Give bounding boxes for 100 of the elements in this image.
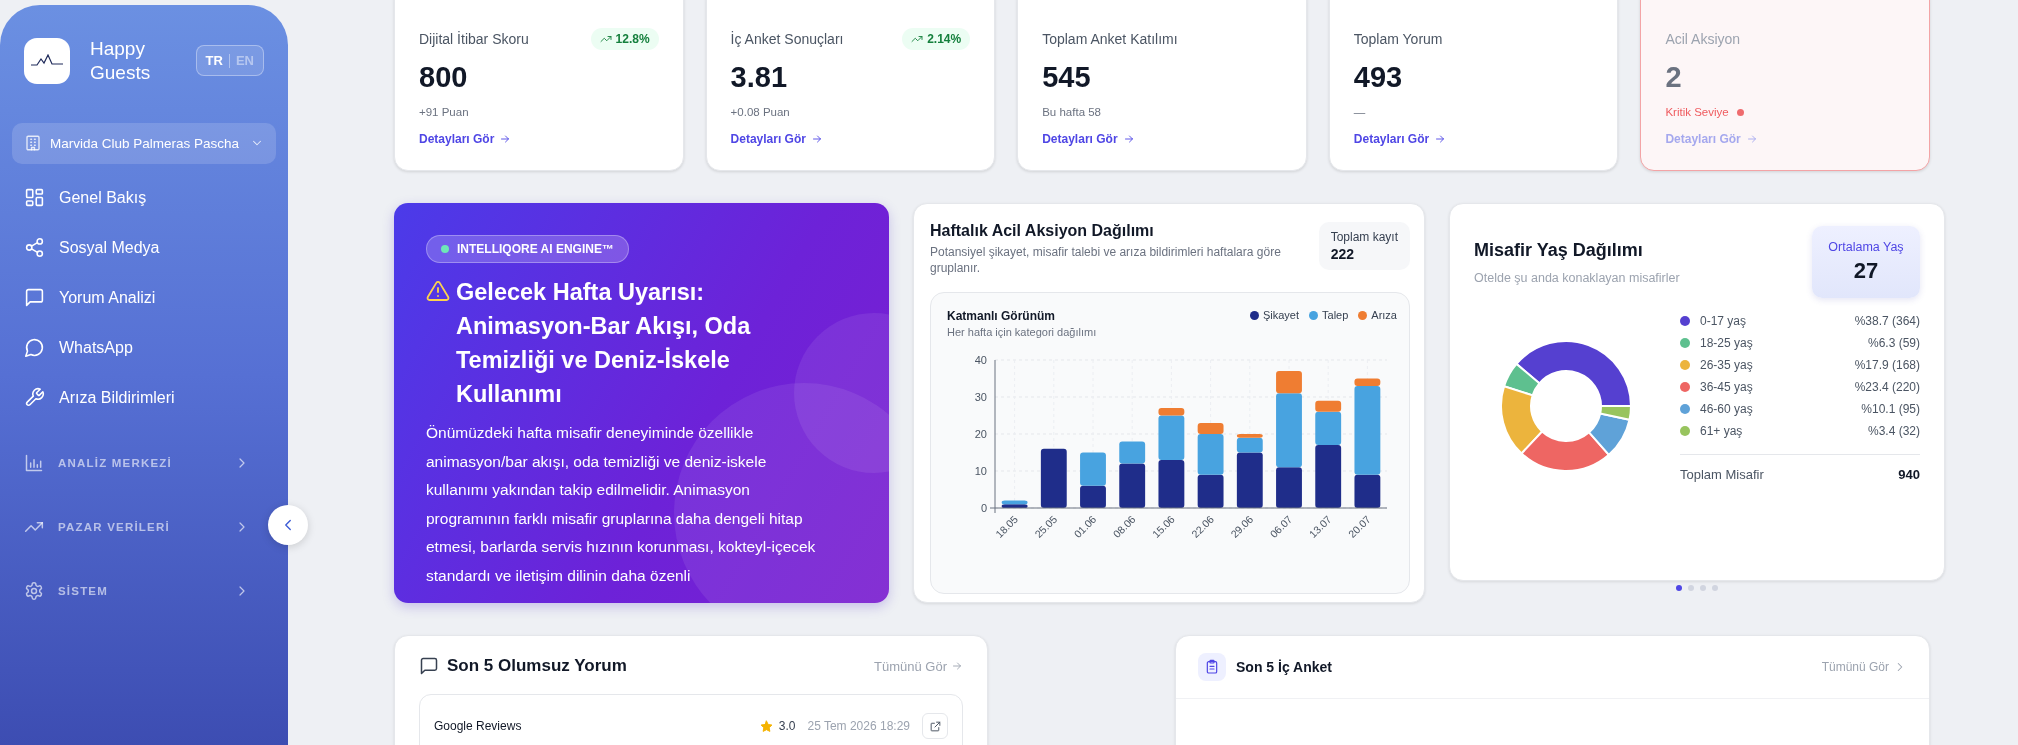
total-label: Toplam Misafir — [1680, 467, 1764, 482]
total-records: Toplam kayıt 222 — [1318, 222, 1410, 270]
axis-tick-label: 30 — [974, 391, 987, 404]
collapse-button[interactable] — [268, 505, 308, 545]
surveys-title: Son 5 İç Anket — [1236, 659, 1332, 675]
details-link[interactable]: Detayları Gör — [419, 132, 659, 146]
warning-icon — [426, 279, 450, 303]
arrow-right-icon — [499, 133, 512, 145]
arrow-right-icon — [1745, 133, 1758, 145]
legend-label: 46-60 yaş — [1700, 402, 1753, 416]
average-age: Ortalama Yaş 27 — [1812, 226, 1920, 298]
nav-section[interactable]: PAZAR VERİLERİ — [12, 494, 262, 559]
age-subtitle: Otelde şu anda konaklayan misafirler — [1474, 271, 1680, 285]
chart-subtitle: Potansiyel şikayet, misafir talebi ve arıza bildirimleri haftalara göre gruplanır. — [930, 244, 1282, 277]
kpi-title: İç Anket Sonuçları — [730, 31, 844, 47]
legend-value: %6.3 (59) — [1867, 336, 1920, 350]
change-badge: 2.14% — [902, 28, 971, 50]
legend-dot — [1309, 310, 1318, 320]
legend-label: 36-45 yaş — [1700, 380, 1753, 394]
details-link[interactable]: Detayları Gör — [1665, 132, 1905, 146]
arrow-right-icon — [1434, 133, 1447, 145]
hotel-selector[interactable]: Marvida Club Palmeras Pascha — [12, 122, 276, 164]
carousel-dot[interactable] — [1688, 585, 1694, 591]
details-link[interactable]: Detayları Gör — [1353, 132, 1594, 146]
kpi-value: 2 — [1665, 61, 1683, 94]
arrow-right-icon — [1122, 133, 1135, 145]
legend-value: %23.4 (220) — [1854, 380, 1920, 394]
change-badge: 12.8% — [590, 28, 659, 50]
kpi-value: 3.81 — [730, 61, 789, 94]
legend-label: 18-25 yaş — [1700, 336, 1753, 350]
clipboard-icon — [1204, 659, 1220, 675]
trend-up-icon — [599, 33, 612, 45]
trend-up-icon — [911, 33, 924, 45]
building-icon — [24, 134, 42, 152]
panel-subtitle: Her hafta için kategori dağılımı — [947, 326, 1097, 339]
carousel-dot[interactable] — [1676, 585, 1682, 591]
legend-label: Şikayet — [1262, 309, 1299, 322]
bar — [1040, 449, 1067, 509]
legend-dot — [1358, 310, 1368, 320]
wrench-icon — [24, 387, 45, 408]
star-icon — [759, 719, 773, 733]
kpi-title: Dijital İtibar Skoru — [419, 31, 529, 47]
review-source: Google Reviews — [434, 719, 523, 733]
axis-tick-label: 0 — [980, 502, 987, 515]
nav-item[interactable]: Arıza Bildirimleri — [12, 372, 262, 423]
nav-item[interactable]: WhatsApp — [12, 322, 262, 373]
chat-icon — [24, 287, 45, 308]
legend-label: 0-17 yaş — [1700, 314, 1747, 328]
axis-tick-label: 40 — [974, 354, 987, 367]
legend-label: Arıza — [1371, 309, 1397, 322]
nav-section[interactable]: ANALİZ MERKEZİ — [12, 430, 262, 495]
arrow-right-icon — [951, 660, 963, 672]
nav-item[interactable]: Sosyal Medya — [12, 222, 262, 273]
details-link[interactable]: Detayları Gör — [730, 132, 971, 146]
kpi-note: — — [1353, 106, 1366, 118]
legend-value: %10.1 (95) — [1861, 402, 1920, 416]
view-all-link[interactable]: Tümünü Gör — [874, 658, 963, 674]
review-date: 25 Tem 2026 18:29 — [807, 719, 910, 733]
insight-title: Gelecek Hafta Uyarısı: Animasyon-Bar Akışı, Oda Temizliği ve Deniz-İskele Kullanımı — [456, 278, 752, 409]
nav-section[interactable]: SİSTEM — [12, 558, 262, 623]
axis-tick-label: 20 — [974, 428, 987, 441]
review-rating: 3.0 — [778, 719, 796, 733]
language-option[interactable]: TR — [205, 53, 223, 69]
legend-label: 61+ yaş — [1700, 424, 1743, 438]
legend-value: %17.9 (168) — [1854, 358, 1920, 372]
chart-title: Haftalık Acil Aksiyon Dağılımı — [930, 222, 1155, 240]
axis-tick-label: 10 — [974, 465, 987, 478]
brand-name: Happy Guests — [90, 37, 152, 85]
age-title: Misafir Yaş Dağılımı — [1474, 240, 1644, 261]
carousel-dot[interactable] — [1700, 585, 1706, 591]
total-value: 940 — [1898, 467, 1920, 482]
legend-value: %3.4 (32) — [1867, 424, 1920, 438]
review-item[interactable]: Google Reviews 3.0 25 Tem 2026 18:29 — [419, 694, 963, 745]
engine-badge: INTELLIQORE AI ENGINE™ — [426, 235, 629, 263]
view-all-link[interactable]: Tümünü Gör — [1821, 660, 1907, 674]
bar — [1158, 460, 1185, 509]
kpi-title: Toplam Anket Katılımı — [1042, 31, 1178, 47]
gear-icon — [24, 580, 44, 601]
nav-item[interactable]: Genel Bakış — [12, 172, 262, 223]
carousel-dot[interactable] — [1712, 585, 1718, 591]
share-icon — [24, 237, 45, 258]
legend-label: 26-35 yaş — [1700, 358, 1753, 372]
details-link[interactable]: Detayları Gör — [1042, 132, 1282, 146]
legend-value: %38.7 (364) — [1854, 314, 1920, 328]
chat-icon — [419, 656, 439, 676]
legend-dot — [1249, 310, 1259, 320]
open-external-button[interactable] — [922, 713, 948, 739]
kpi-note: Bu hafta 58 — [1042, 106, 1101, 118]
grid-icon — [24, 187, 45, 208]
bar-chart-icon — [24, 452, 44, 473]
kpi-note: Kritik Seviye — [1665, 106, 1729, 118]
arrow-right-icon — [810, 133, 823, 145]
kpi-value: 545 — [1042, 61, 1092, 94]
speech-bubble-icon — [24, 337, 45, 358]
insight-text: Önümüzdeki hafta misafir deneyiminde özellikle animasyon/bar akışı, oda temizliği ve deniz-iskele kullanımı yakından takip edilmelidir. Animasyon programının farklı misafir gruplarına daha dengeli hitap etmesi, barlarda servis hızının korunması, kokteyl-içecek standardı ve iletişim dilinin daha özenli — [426, 423, 817, 586]
logo-icon — [24, 37, 70, 84]
kpi-title: Toplam Yorum — [1353, 31, 1443, 47]
nav-item[interactable]: Yorum Analizi — [12, 272, 262, 323]
bar — [1197, 475, 1224, 509]
external-link-icon — [928, 719, 942, 733]
